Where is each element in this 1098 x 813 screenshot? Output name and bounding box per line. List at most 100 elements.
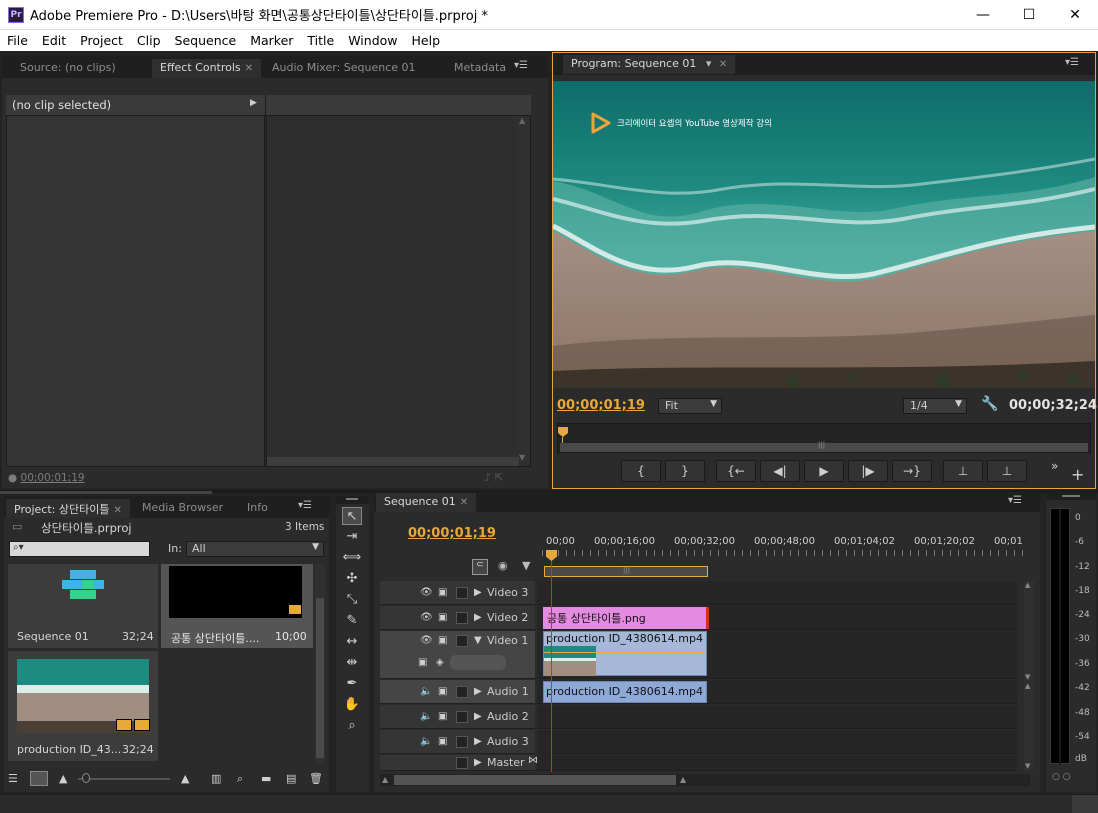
sync-lock-icon[interactable]: ▣ [438,736,447,747]
close-icon[interactable]: ✕ [460,497,468,508]
expand-arrow-icon[interactable]: ▶ [474,587,482,598]
snap-icon[interactable]: ⊂ [472,559,488,575]
solo-buttons-icon[interactable]: ○ ○ [1052,772,1071,782]
go-to-out-button[interactable]: →} [892,460,932,482]
zoom-scroll-thumb[interactable] [394,775,676,785]
extract-button[interactable]: ⊥ [987,460,1027,482]
close-icon[interactable]: ✕ [245,63,253,74]
track-select-tool-icon[interactable]: ⇥ [342,528,362,546]
menu-title[interactable]: Title [300,33,341,48]
scroll-down-icon[interactable]: ▼ [519,453,525,462]
icon-view-icon[interactable] [30,771,48,786]
audio-tracks-scrollbar[interactable]: ▲ ▼ [1024,682,1034,770]
panel-menu-icon[interactable]: ▾☰ [1008,495,1022,506]
expand-arrow-icon[interactable]: ▶ [250,98,257,108]
menu-marker[interactable]: Marker [243,33,300,48]
razor-tool-icon[interactable]: ✎ [342,612,362,630]
speaker-icon[interactable]: 🔈 [420,736,432,747]
clip-video-v[interactable]: production ID_4380614.mp4 [V] [543,631,707,676]
zoom-out-icon[interactable]: ▲ [59,772,67,785]
menu-sequence[interactable]: Sequence [168,33,244,48]
audio-icon[interactable]: ♪ ⇱ [484,471,504,484]
trash-icon[interactable]: 🗑 [309,772,323,785]
lock-toggle[interactable] [456,686,468,698]
menu-file[interactable]: File [0,33,35,48]
lock-toggle[interactable] [456,635,468,647]
project-item-sequence[interactable]: Sequence 01 32;24 [8,564,158,648]
hand-tool-icon[interactable]: ✋ [342,696,362,714]
scroll-up-icon[interactable]: ▲ [1025,581,1030,589]
keyframe-nav[interactable] [450,655,506,670]
panel-menu-icon[interactable]: ▾☰ [1065,57,1079,68]
zoom-out-icon[interactable]: ▲ [382,775,388,784]
marker-icon[interactable]: ◉ [498,559,508,572]
track-video3[interactable] [537,581,1017,605]
rolling-edit-tool-icon[interactable]: ✣ [342,570,362,588]
clip-audio-a[interactable]: production ID_4380614.mp4 [A] [543,681,707,703]
find-icon[interactable]: ⌕ [237,772,243,786]
tab-program[interactable]: Program: Sequence 01 ▾ ✕ [563,55,736,74]
scroll-down-icon[interactable]: ▼ [1025,762,1030,770]
ec-timecode-value[interactable]: 00;00;01;19 [21,472,85,484]
selection-tool-icon[interactable]: ↖ [342,507,362,525]
close-icon[interactable]: ✕ [113,505,121,516]
tab-audio-mixer[interactable]: Audio Mixer: Sequence 01 [264,59,424,78]
eye-icon[interactable]: 👁 [420,587,433,598]
menu-clip[interactable]: Clip [130,33,168,48]
lock-toggle[interactable] [456,757,468,769]
expand-arrow-icon[interactable]: ▶ [474,711,482,722]
ripple-edit-tool-icon[interactable]: ⟺ [342,549,362,567]
chevron-down-icon[interactable]: ▾ [706,57,712,70]
mark-out-button[interactable]: } [665,460,705,482]
expand-arrow-icon[interactable]: ▶ [474,686,482,697]
search-input[interactable]: ⌕▾ [9,541,150,557]
tab-media-browser[interactable]: Media Browser [134,499,231,518]
menu-help[interactable]: Help [405,33,448,48]
lock-toggle[interactable] [456,587,468,599]
zoom-slider[interactable] [78,778,170,780]
expand-arrow-icon[interactable]: ▶ [474,612,482,623]
playhead-icon[interactable] [558,427,568,437]
close-button[interactable]: ✕ [1052,0,1098,30]
program-video-frame[interactable]: 크리에이터 요셉의 YouTube 영상제작 강의 [553,81,1095,388]
monitor-scrollbar[interactable]: ||| [560,441,1088,452]
video-tracks-scrollbar[interactable]: ▲ ▼ [1024,581,1034,681]
scrollbar[interactable]: ▲ ▼ [518,116,528,462]
sync-lock-icon[interactable]: ▣ [438,587,447,598]
work-area-bar[interactable]: ||| [544,566,708,577]
panel-menu-icon[interactable]: ▾☰ [298,500,312,511]
track-video2[interactable]: 공통 상단타이틀.png [537,606,1017,630]
speaker-icon[interactable]: 🔈 [420,711,432,722]
scroll-up-icon[interactable]: ▲ [519,116,525,125]
zoom-in-icon[interactable]: ▲ [181,772,189,785]
sync-lock-icon[interactable]: ▣ [438,612,447,623]
tab-effect-controls[interactable]: Effect Controls ✕ [152,59,262,78]
add-button-icon[interactable]: + [1071,465,1084,484]
go-to-in-button[interactable]: {← [716,460,756,482]
horizontal-scrollbar[interactable] [267,457,519,466]
zoom-tool-icon[interactable]: ⌕ [342,717,362,735]
zoom-in-icon[interactable]: ▲ [680,775,686,784]
time-ruler[interactable]: 00;00 00;00;16;00 00;00;32;00 00;00;48;0… [542,532,1024,580]
sync-lock-icon[interactable]: ▣ [438,635,447,646]
timeline-current-time[interactable]: 00;00;01;19 [408,526,496,541]
menu-window[interactable]: Window [341,33,404,48]
minimize-button[interactable]: — [960,0,1006,30]
track-master[interactable] [537,755,1017,771]
opacity-line[interactable] [544,652,706,653]
expand-arrow-icon[interactable]: ▶ [474,757,482,768]
close-icon[interactable]: ✕ [719,59,727,70]
clip-title-png[interactable]: 공통 상단타이틀.png [543,607,709,629]
expand-arrow-icon[interactable]: ▶ [474,736,482,747]
play-button[interactable]: ▶ [804,460,844,482]
menu-project[interactable]: Project [73,33,130,48]
divider-handle[interactable] [0,491,212,494]
track-video1[interactable]: production ID_4380614.mp4 [V] [537,631,1017,679]
timeline-zoom-bar[interactable]: ▲ ▲ [380,774,1030,786]
slip-tool-icon[interactable]: ↔ [342,633,362,651]
eye-icon[interactable]: 👁 [420,612,433,623]
tab-info[interactable]: Info [239,499,276,518]
project-item-video[interactable]: production ID_43... 32;24 [8,651,158,761]
new-bin-icon[interactable]: ▬ [261,772,271,785]
rate-stretch-tool-icon[interactable]: ⤡ [342,591,362,609]
